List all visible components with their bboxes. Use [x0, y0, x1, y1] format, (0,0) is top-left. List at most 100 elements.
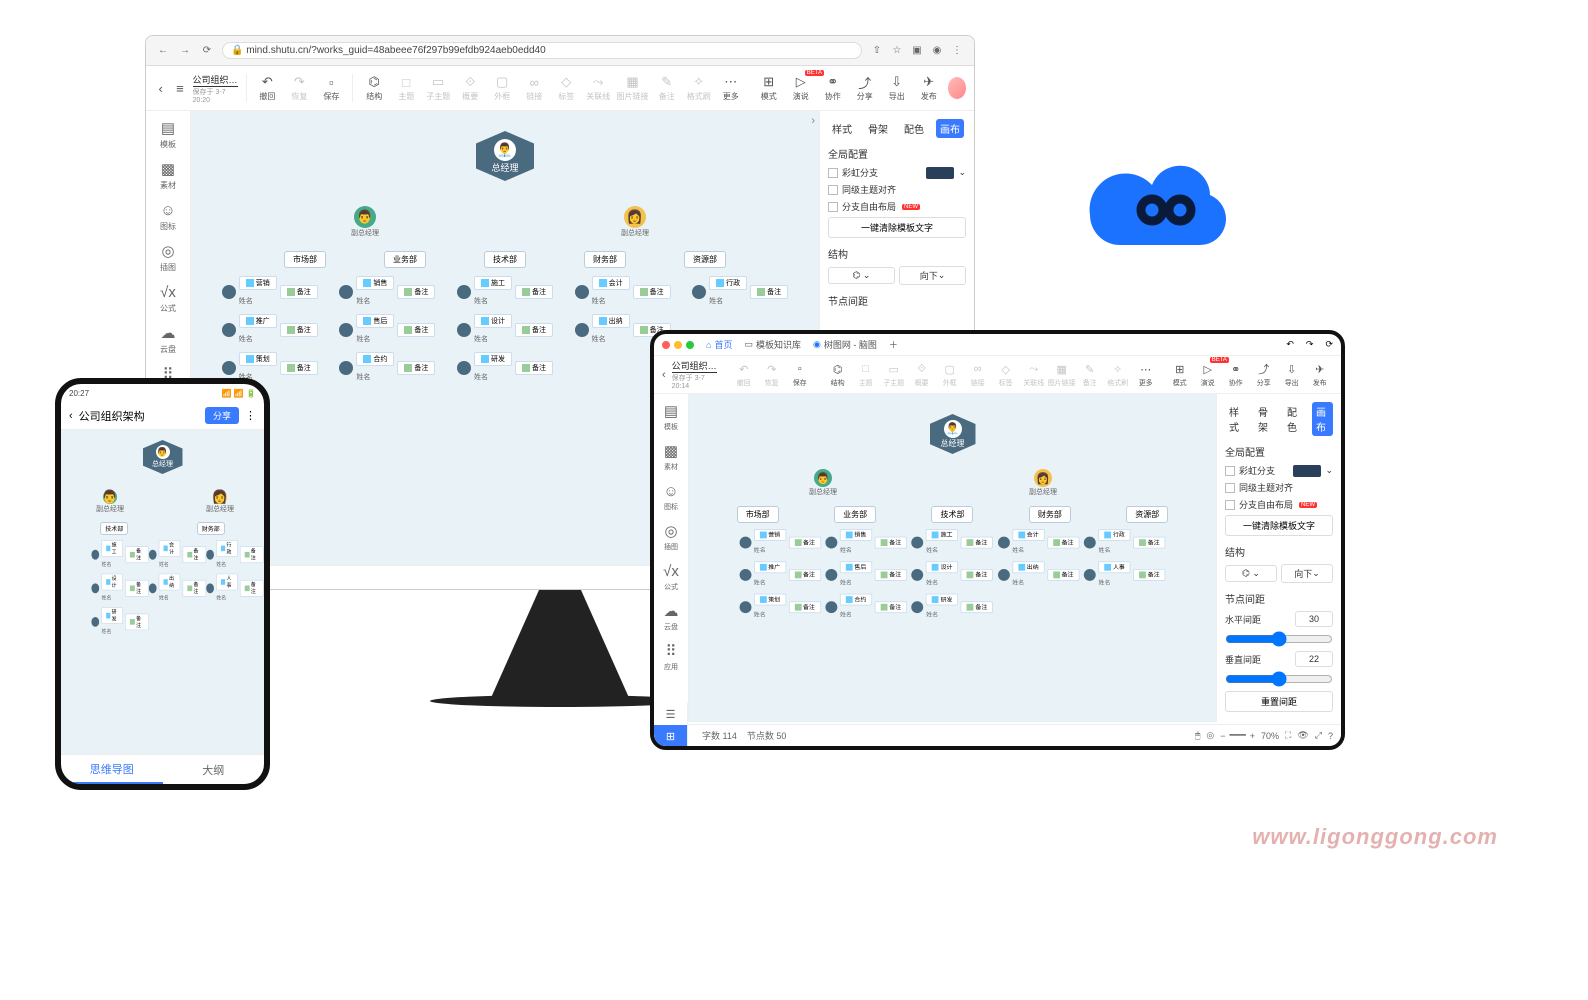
vgm-left[interactable]: 👨副总经理 — [351, 206, 379, 238]
rail-clip[interactable]: ◎插图 — [159, 242, 177, 273]
url-bar[interactable]: 🔒 mind.shutu.cn/?works_guid=48abeee76f29… — [222, 42, 862, 59]
v-space-input[interactable]: 22 — [1295, 651, 1333, 667]
panel-collapse-icon[interactable]: › — [811, 115, 815, 127]
link-button: ∞链接 — [521, 72, 547, 104]
tab-kb[interactable]: ▭模板知识库 — [744, 338, 801, 351]
main-toolbar: ‹ ≡ 公司组织… 保存于 3-7 20:20 ↶撤回 ↷恢复 ▫保存 ⌬结构 … — [146, 66, 974, 111]
smile-icon: ☺ — [159, 201, 177, 219]
center-icon[interactable]: ◎ — [1206, 730, 1214, 741]
reload-icon[interactable]: ⟳ — [200, 44, 214, 58]
zoom-slider[interactable]: ━━━ — [1229, 730, 1245, 741]
summary-button: ⟐概要 — [457, 72, 483, 104]
share-button[interactable]: ⤴分享 — [852, 72, 878, 104]
browser-chrome: ← → ⟳ 🔒 mind.shutu.cn/?works_guid=48abee… — [146, 36, 974, 66]
zoom-out-icon[interactable]: − — [1220, 731, 1225, 741]
export-button[interactable]: ⇩导出 — [884, 72, 910, 104]
gm-node[interactable]: 👨‍💼总经理 — [476, 131, 534, 181]
clear-template-button[interactable]: 一键清除模板文字 — [828, 217, 966, 238]
more-button[interactable]: ⋯更多 — [718, 72, 744, 104]
chevron-down-icon[interactable]: ⌄ — [958, 167, 966, 178]
struct-dir-select[interactable]: 向下 ⌄ — [899, 266, 966, 285]
dept-biz[interactable]: 业务部 — [384, 251, 426, 268]
zoom-value: 70% — [1261, 731, 1279, 741]
rail-icon[interactable]: ☺图标 — [159, 201, 177, 232]
rail-cloud[interactable]: ☁云盘 — [159, 324, 177, 355]
phone-back-icon[interactable]: ‹ — [69, 410, 73, 422]
ext-icon[interactable]: ▣ — [910, 44, 924, 58]
redo-button[interactable]: ↷恢复 — [286, 72, 312, 104]
star-icon[interactable]: ☆ — [890, 44, 904, 58]
collab-button[interactable]: ⚭协作 — [820, 72, 846, 104]
h-space-slider[interactable] — [1225, 631, 1333, 647]
struct-type-select[interactable]: ⌬ ⌄ — [828, 267, 895, 284]
reset-spacing-button[interactable]: 重置间距 — [1225, 691, 1333, 712]
tab-home[interactable]: ⌂首页 — [706, 338, 732, 351]
tablet-canvas[interactable]: 👨‍💼总经理 👨副总经理 👩副总经理 市场部 业务部 技术部 财务部 资源部 营… — [689, 394, 1216, 722]
view-outline-icon[interactable]: ☰ — [654, 703, 687, 725]
dept-fin[interactable]: 财务部 — [584, 251, 626, 268]
phone-canvas[interactable]: 👨总经理 👨副总经理 👩副总经理 技术部 财务部 施工姓名备注 设计姓名备注 研… — [61, 430, 264, 754]
nav-fwd-icon[interactable]: → — [178, 44, 192, 58]
dept-res[interactable]: 资源部 — [684, 251, 726, 268]
mode-button[interactable]: ⊞模式 — [756, 72, 782, 104]
back-icon[interactable]: ‹ — [154, 80, 167, 96]
target-icon: ◎ — [159, 242, 177, 260]
globe-icon: ◉ — [813, 339, 821, 350]
tab-add[interactable]: ＋ — [889, 338, 898, 351]
tablet-status-bar: ☰ ⊞ 字数 114 节点数 50 🖱 ◎ − ━━━ + 70% ⛶ 👁 ⤢ … — [654, 724, 1341, 746]
tab-style[interactable]: 样式 — [828, 119, 856, 138]
zoom-in-icon[interactable]: + — [1250, 731, 1255, 741]
profile-icon[interactable]: ◉ — [930, 44, 944, 58]
phone-device: 20:27 📶 📶 🔋 ‹ 公司组织架构 分享 ⋮ 👨总经理 👨副总经理 👩副总… — [55, 378, 270, 790]
section-spacing: 节点间距 — [828, 293, 966, 308]
doc-title[interactable]: 公司组织… 保存于 3-7 20:20 — [193, 73, 238, 104]
phone-more-icon[interactable]: ⋮ — [245, 409, 256, 422]
help-icon[interactable]: ? — [1328, 731, 1333, 741]
tab-canvas[interactable]: 画布 — [936, 119, 964, 138]
read-mode-icon[interactable]: 👁 — [1297, 730, 1308, 741]
fit-icon[interactable]: ⛶ — [1285, 730, 1291, 741]
rail-asset[interactable]: ▩素材 — [159, 160, 177, 191]
mode-icon: ⊞ — [761, 74, 777, 90]
undo-button[interactable]: ↶撤回 — [254, 72, 280, 104]
upload-icon[interactable]: ⇧ — [870, 44, 884, 58]
structure-button[interactable]: ⌬结构 — [361, 72, 387, 104]
present-button[interactable]: ▷BETA演说 — [788, 72, 814, 104]
traffic-lights[interactable] — [662, 341, 694, 349]
rail-formula[interactable]: √x公式 — [159, 283, 177, 314]
tab-tree[interactable]: ◉树图网 - 脑图 — [813, 338, 877, 351]
cloud-icon: ☁ — [159, 324, 177, 342]
phone-tab-mind[interactable]: 思维导图 — [61, 755, 163, 784]
menu-hamburger-icon[interactable]: ≡ — [173, 80, 186, 96]
lock-icon: 🔒 — [231, 45, 243, 56]
dept-tech[interactable]: 技术部 — [484, 251, 526, 268]
tab-color[interactable]: 配色 — [900, 119, 928, 138]
view-mindmap-icon[interactable]: ⊞ — [654, 725, 687, 747]
menu-icon[interactable]: ⋮ — [950, 44, 964, 58]
phone-tab-outline[interactable]: 大纲 — [163, 755, 265, 784]
nav-back-icon[interactable]: ← — [156, 44, 170, 58]
user-avatar[interactable] — [948, 77, 966, 99]
v-space-slider[interactable] — [1225, 671, 1333, 687]
dept-market[interactable]: 市场部 — [284, 251, 326, 268]
phone-share-button[interactable]: 分享 — [205, 407, 239, 424]
save-button[interactable]: ▫保存 — [318, 72, 344, 104]
vgm-right[interactable]: 👩副总经理 — [621, 206, 649, 238]
history-fwd-icon[interactable]: ↷ — [1306, 339, 1314, 350]
rail-template[interactable]: ▤模板 — [159, 119, 177, 150]
tab-skeleton[interactable]: 骨架 — [864, 119, 892, 138]
swatch-rainbow[interactable] — [926, 167, 954, 179]
share-icon: ⤴ — [857, 74, 873, 90]
h-space-input[interactable]: 30 — [1295, 611, 1333, 627]
history-back-icon[interactable]: ↶ — [1286, 339, 1294, 350]
back-icon[interactable]: ‹ — [662, 367, 666, 383]
relation-button: ⤳关联线 — [585, 72, 611, 104]
refresh-icon[interactable]: ⟳ — [1325, 339, 1333, 350]
publish-button[interactable]: ✈发布 — [916, 72, 942, 104]
chk-free[interactable] — [828, 202, 838, 212]
fullscreen-icon[interactable]: ⤢ — [1315, 730, 1322, 741]
chk-rainbow[interactable] — [828, 168, 838, 178]
mouse-icon[interactable]: 🖱 — [1195, 730, 1200, 741]
section-global: 全局配置 — [828, 146, 966, 161]
chk-align[interactable] — [828, 185, 838, 195]
